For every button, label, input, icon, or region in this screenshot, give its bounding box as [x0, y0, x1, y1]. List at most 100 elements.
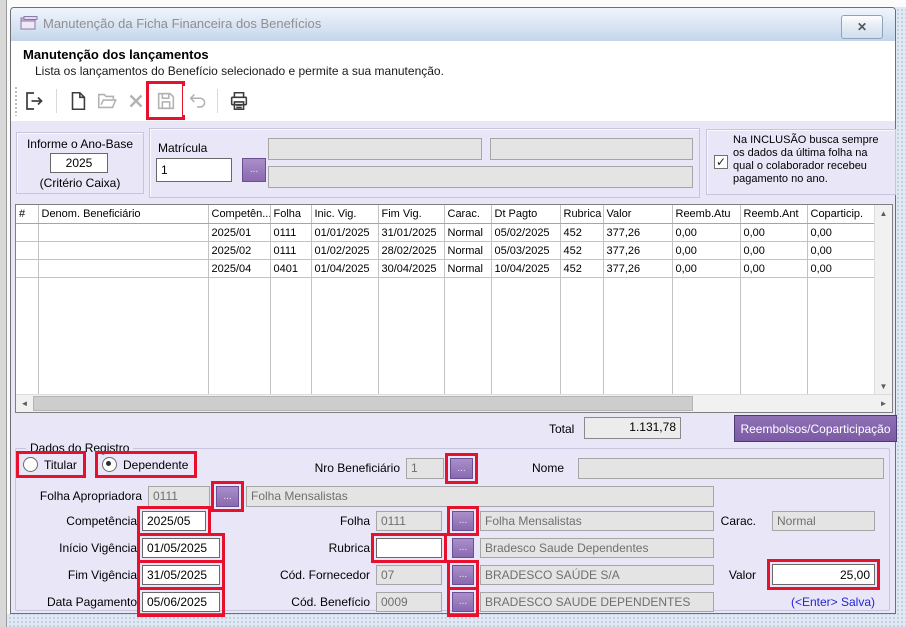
inclusao-panel: ✓ Na INCLUSÃO busca sempre os dados da ú… — [706, 129, 896, 195]
table-row[interactable]: 2025/01011101/01/202531/01/2025Normal05/… — [16, 224, 875, 242]
folha-apropriadora-label: Folha Apropriadora — [16, 489, 142, 503]
ano-base-label: Informe o Ano-Base — [17, 137, 143, 151]
new-button[interactable] — [63, 86, 92, 115]
close-icon[interactable]: ✕ — [841, 15, 883, 39]
column-header[interactable]: Folha — [270, 205, 311, 224]
data-pagamento-input[interactable] — [142, 592, 220, 612]
valor-label: Valor — [656, 568, 756, 582]
dependente-radio[interactable]: Dependente — [100, 456, 192, 473]
matricula-browse-button[interactable]: ... — [242, 158, 266, 182]
competencia-input[interactable] — [142, 511, 206, 531]
open-button[interactable] — [92, 86, 121, 115]
table-cell: 0,00 — [740, 242, 807, 260]
column-header[interactable]: Coparticip. — [807, 205, 875, 224]
table-cell: 377,26 — [603, 224, 672, 242]
check-icon: ✓ — [716, 155, 726, 169]
table-cell: 01/04/2025 — [311, 260, 378, 278]
table-cell: 0,00 — [672, 242, 740, 260]
scroll-left-icon[interactable]: ◄ — [16, 395, 33, 412]
scrollbar-thumb[interactable] — [33, 396, 693, 411]
title-bar: Manutenção da Ficha Financeira dos Benef… — [11, 8, 895, 42]
table-cell: 2025/02 — [208, 242, 270, 260]
rubrica-browse-button[interactable]: ... — [452, 538, 474, 558]
enter-save-hint: (<Enter> Salva) — [656, 595, 875, 609]
table-cell — [16, 260, 38, 278]
table-cell: 0,00 — [807, 242, 875, 260]
cod-fornecedor-browse-button[interactable]: ... — [452, 565, 474, 585]
valor-input[interactable] — [772, 564, 875, 585]
table: #Denom. BeneficiárioCompetên...FolhaInic… — [16, 205, 875, 395]
toolbar-gripper[interactable] — [14, 86, 18, 116]
column-header[interactable]: Competên... — [208, 205, 270, 224]
open-folder-icon — [96, 90, 118, 112]
dados-registro-group: Dados do Registro Titular Dependente Nro… — [15, 448, 890, 611]
toolbar-separator — [56, 89, 57, 113]
table-cell: 0,00 — [807, 260, 875, 278]
table-cell: 452 — [560, 242, 603, 260]
page-title: Manutenção dos lançamentos — [23, 47, 209, 62]
page-subtitle: Lista os lançamentos do Benefício seleci… — [35, 64, 444, 78]
column-header[interactable]: Rubrica — [560, 205, 603, 224]
column-header[interactable]: Reemb.Ant — [740, 205, 807, 224]
nro-beneficiario-field: 1 — [406, 458, 444, 479]
dependente-label: Dependente — [123, 458, 188, 472]
save-button[interactable] — [151, 86, 180, 115]
lancamentos-table: #Denom. BeneficiárioCompetên...FolhaInic… — [15, 204, 893, 413]
competencia-label: Competência — [16, 514, 137, 528]
column-header[interactable]: Carac. — [444, 205, 491, 224]
inicio-vigencia-label: Início Vigência — [16, 541, 137, 555]
vertical-scrollbar[interactable]: ▲ ▼ — [874, 205, 892, 395]
undo-icon — [187, 90, 209, 112]
print-button[interactable] — [224, 86, 253, 115]
table-cell: Normal — [444, 260, 491, 278]
desktop-edge — [7, 0, 906, 7]
folha-apropriadora-browse-button[interactable]: ... — [216, 486, 239, 507]
nome-label: Nome — [514, 461, 564, 475]
folha-browse-button[interactable]: ... — [452, 511, 474, 531]
table-cell: Normal — [444, 242, 491, 260]
column-header[interactable]: Denom. Beneficiário — [38, 205, 208, 224]
screen: Manutenção da Ficha Financeira dos Benef… — [0, 0, 906, 627]
cod-beneficio-browse-button[interactable]: ... — [452, 592, 474, 612]
column-header[interactable]: Inic. Vig. — [311, 205, 378, 224]
column-header[interactable]: Reemb.Atu — [672, 205, 740, 224]
save-icon — [155, 90, 177, 112]
horizontal-scrollbar[interactable]: ◄ ► — [16, 394, 892, 412]
column-header[interactable]: Fim Vig. — [378, 205, 444, 224]
table-row[interactable]: 2025/04040101/04/202530/04/2025Normal10/… — [16, 260, 875, 278]
cod-fornecedor-label: Cód. Fornecedor — [246, 568, 370, 582]
content-area: Informe o Ano-Base (Critério Caixa) Matr… — [11, 121, 895, 613]
nro-beneficiario-browse-button[interactable]: ... — [450, 458, 473, 479]
delete-button[interactable] — [121, 86, 150, 115]
table-cell — [16, 242, 38, 260]
column-header[interactable]: Valor — [603, 205, 672, 224]
exit-button[interactable] — [19, 86, 48, 115]
column-header[interactable]: # — [16, 205, 38, 224]
table-cell: 05/02/2025 — [491, 224, 560, 242]
cod-beneficio-field: 0009 — [376, 592, 442, 612]
table-cell: 0111 — [270, 242, 311, 260]
reembolsos-button[interactable]: Reembolsos/Coparticipação — [734, 415, 897, 442]
titular-radio[interactable]: Titular — [21, 456, 81, 473]
matricula-input[interactable] — [156, 158, 232, 182]
app-window: Manutenção da Ficha Financeira dos Benef… — [10, 7, 896, 614]
ano-base-input[interactable] — [50, 153, 108, 173]
scroll-right-icon[interactable]: ► — [875, 395, 892, 412]
radio-icon — [102, 457, 117, 472]
table-cell: 452 — [560, 224, 603, 242]
table-cell: 2025/01 — [208, 224, 270, 242]
rubrica-input[interactable] — [376, 538, 442, 558]
undo-button[interactable] — [183, 86, 212, 115]
column-header[interactable]: Dt Pagto — [491, 205, 560, 224]
matricula-label: Matrícula — [158, 141, 207, 155]
fim-vigencia-input[interactable] — [142, 565, 220, 585]
nome-field — [578, 458, 884, 479]
inicio-vigencia-input[interactable] — [142, 538, 220, 558]
scroll-down-icon[interactable]: ▼ — [875, 378, 892, 395]
scroll-up-icon[interactable]: ▲ — [875, 205, 892, 222]
matricula-info-field — [268, 138, 482, 160]
new-document-icon — [67, 90, 89, 112]
table-row[interactable]: 2025/02011101/02/202528/02/2025Normal05/… — [16, 242, 875, 260]
inclusao-checkbox[interactable]: ✓ — [714, 155, 728, 169]
data-pagamento-label: Data Pagamento — [16, 595, 137, 609]
